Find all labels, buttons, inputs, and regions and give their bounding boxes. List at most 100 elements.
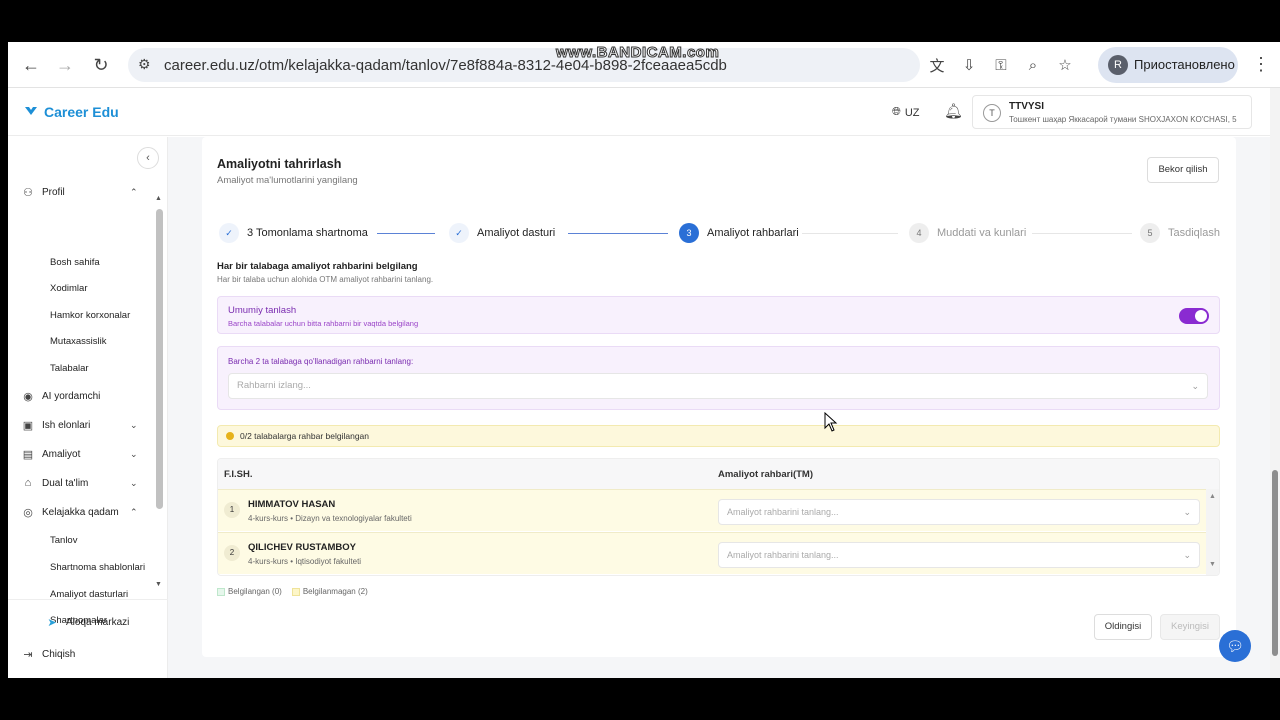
table-row: 2 QILICHEV RUSTAMBOY 4-kurs-kurs • Iqtis… <box>218 532 1206 574</box>
column-header-name: F.I.SH. <box>224 469 253 480</box>
notification-bell-icon[interactable]: 🔔︎ <box>944 102 963 120</box>
previous-button[interactable]: Oldingisi <box>1094 614 1152 640</box>
general-selection-toggle[interactable] <box>1179 308 1209 324</box>
scroll-up-icon[interactable]: ▲ <box>1209 493 1216 500</box>
legend-unassigned: Belgilanmagan (2) <box>291 587 368 596</box>
install-app-icon[interactable]: ⇩ <box>958 54 980 76</box>
cancel-button[interactable]: Bekor qilish <box>1147 157 1219 183</box>
graduation-cap-icon: ⌂ <box>24 477 32 489</box>
student-meta: 4-kurs-kurs • Iqtisodiyot fakulteti <box>248 557 362 566</box>
sidebar-subitem-talabalar[interactable]: Talabalar <box>50 363 89 374</box>
collapse-sidebar-button[interactable]: ‹ <box>137 147 159 169</box>
step-connector <box>568 233 668 234</box>
translate-icon[interactable]: 文 <box>926 54 948 76</box>
sidebar-item-kelajakka[interactable]: ◎ Kelajakka qadam ⌃ <box>22 503 142 521</box>
sidebar-item-profil[interactable]: ⚇ Profil ⌃ <box>22 183 142 201</box>
back-icon[interactable]: ← <box>18 52 44 78</box>
student-name: QILICHEV RUSTAMBOY <box>248 542 357 553</box>
briefcase-icon: ▤ <box>22 448 34 461</box>
browser-menu-icon[interactable]: ⋮ <box>1252 54 1270 75</box>
sidebar-item-amaliyot[interactable]: ▤ Amaliyot ⌄ <box>22 445 142 463</box>
step-4[interactable]: 4 Muddati va kunlari <box>909 223 1026 243</box>
chat-support-button[interactable]: 💬︎ <box>1219 630 1251 662</box>
scroll-up-icon[interactable]: ▲ <box>155 195 162 202</box>
scrollbar-thumb[interactable] <box>1272 470 1278 656</box>
main-content: Amaliyotni tahrirlash Amaliyot ma'lumotl… <box>168 137 1270 678</box>
page-scrollbar[interactable] <box>1270 88 1280 678</box>
step-label: Amaliyot rahbarlari <box>707 227 799 239</box>
step-5[interactable]: 5 Tasdiqlash <box>1140 223 1220 243</box>
app-logo[interactable]: Career Edu <box>44 104 119 120</box>
supervisor-select[interactable]: Amaliyot rahbarini tanlang... ⌄ <box>718 542 1200 568</box>
assignment-status-banner: 0/2 talabalarga rahbar belgilangan <box>217 425 1220 447</box>
assignment-status-text: 0/2 talabalarga rahbar belgilangan <box>240 431 370 441</box>
select-placeholder: Amaliyot rahbarini tanlang... <box>727 507 839 517</box>
sidebar-item-label: AI yordamchi <box>42 390 101 402</box>
general-selection-subtitle: Barcha talabalar uchun bitta rahbarni bi… <box>228 319 419 328</box>
next-button[interactable]: Keyingisi <box>1160 614 1220 640</box>
bookmark-star-icon[interactable]: ☆ <box>1054 54 1076 76</box>
org-address: Тошкент шаҳар Яккасарой тумани SHOXJAXON… <box>1009 115 1237 124</box>
row-number: 1 <box>224 502 240 518</box>
site-settings-icon[interactable]: ⚙ <box>138 56 156 74</box>
row-number: 2 <box>224 545 240 561</box>
organization-card[interactable]: T TTVYSI Тошкент шаҳар Яккасарой тумани … <box>972 95 1252 129</box>
sidebar-footer: ➤ Aloqa markazi ⇥ Chiqish <box>8 599 168 661</box>
section-subtitle: Har bir talaba uchun alohida OTM amaliyo… <box>217 275 434 284</box>
address-bar[interactable]: ⚙ career.edu.uz/otm/kelajakka-qadam/tanl… <box>128 48 920 82</box>
scroll-down-icon[interactable]: ▼ <box>155 581 162 588</box>
sidebar-subitem-bosh-sahifa[interactable]: Bosh sahifa <box>50 257 100 268</box>
sidebar-subitem-shartnoma-shablonlari[interactable]: Shartnoma shablonlari <box>50 562 145 573</box>
language-switcher[interactable]: 🌐︎ UZ <box>892 106 919 119</box>
step-3[interactable]: 3 Amaliyot rahbarlari <box>679 223 799 243</box>
page-title: Amaliyotni tahrirlash <box>217 157 342 171</box>
supervisor-search-input[interactable]: Rahbarni izlang... ⌄ <box>228 373 1208 399</box>
sidebar-subitem-mutaxassislik[interactable]: Mutaxassislik <box>50 336 107 347</box>
toggle-knob <box>1195 310 1207 322</box>
chevron-down-icon: ⌄ <box>1191 381 1199 391</box>
chevron-down-icon: ⌄ <box>1183 550 1191 560</box>
sidebar: ‹ ⚇ Profil ⌃ Bosh sahifa Xodimlar Hamkor… <box>8 137 168 678</box>
sidebar-item-chiqish[interactable]: ⇥ Chiqish <box>22 645 142 663</box>
sidebar-item-label: Amaliyot <box>42 448 81 460</box>
sidebar-item-ai[interactable]: ◉ AI yordamchi <box>22 387 142 405</box>
page-subtitle: Amaliyot ma'lumotlarini yangilang <box>217 175 358 186</box>
sidebar-item-label: Profil <box>42 186 65 198</box>
sidebar-item-aloqa[interactable]: ➤ Aloqa markazi <box>46 613 166 631</box>
supervisor-select[interactable]: Amaliyot rahbarini tanlang... ⌄ <box>718 499 1200 525</box>
sidebar-subitem-hamkor[interactable]: Hamkor korxonalar <box>50 310 130 321</box>
step-label: 3 Tomonlama shartnoma <box>247 227 368 239</box>
key-icon[interactable]: ⚿ <box>990 54 1012 76</box>
sidebar-item-dual[interactable]: ⌂ Dual ta'lim ⌄ <box>22 474 142 492</box>
logo-icon <box>25 107 37 115</box>
step-label: Amaliyot dasturi <box>477 227 556 239</box>
sidebar-item-label: Dual ta'lim <box>42 477 89 489</box>
step-1[interactable]: ✓ 3 Tomonlama shartnoma <box>219 223 368 243</box>
chevron-down-icon: ⌄ <box>1183 507 1191 517</box>
section-title: Har bir talabaga amaliyot rahbarini belg… <box>217 261 418 272</box>
reload-icon[interactable]: ↻ <box>88 52 114 78</box>
step-2[interactable]: ✓ Amaliyot dasturi <box>449 223 555 243</box>
table-scrollbar[interactable]: ▲ ▼ <box>1206 489 1219 575</box>
sidebar-subitem-xodimlar[interactable]: Xodimlar <box>50 283 88 294</box>
sidebar-subitem-tanlov[interactable]: Tanlov <box>50 535 77 546</box>
bulk-supervisor-panel: Barcha 2 ta talabaga qo'llanadigan rahba… <box>217 346 1220 410</box>
general-selection-title: Umumiy tanlash <box>228 305 297 316</box>
chevron-down-icon: ⌄ <box>130 448 138 459</box>
forward-icon[interactable]: → <box>52 52 78 78</box>
zoom-icon[interactable]: ⌕ <box>1022 54 1044 76</box>
scroll-down-icon[interactable]: ▼ <box>1209 561 1216 568</box>
step-number: 4 <box>909 223 929 243</box>
check-icon: ✓ <box>449 223 469 243</box>
legend-assigned: Belgilangan (0) <box>217 587 282 596</box>
users-icon: ⚇ <box>23 186 33 199</box>
screen: ← → ↻ ⚙ career.edu.uz/otm/kelajakka-qada… <box>8 42 1280 678</box>
sidebar-scrollbar[interactable]: ▲ <box>155 195 163 509</box>
scrollbar-thumb[interactable] <box>156 209 163 509</box>
general-selection-panel: Umumiy tanlash Barcha talabalar uchun bi… <box>217 296 1220 334</box>
search-placeholder: Rahbarni izlang... <box>237 380 311 391</box>
bulk-supervisor-label: Barcha 2 ta talabaga qo'llanadigan rahba… <box>228 357 414 366</box>
step-connector <box>377 233 435 234</box>
sidebar-item-ish-elonlari[interactable]: ▣ Ish elonlari ⌄ <box>22 416 142 434</box>
browser-profile-button[interactable]: R Приостановлено <box>1098 47 1238 83</box>
